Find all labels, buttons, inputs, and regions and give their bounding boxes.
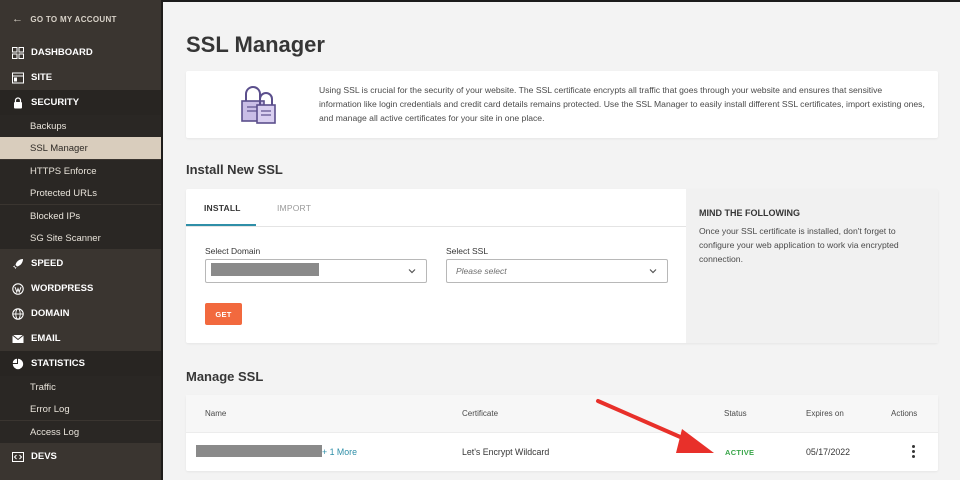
install-form: INSTALL IMPORT Select Domain Select SSL … xyxy=(186,189,686,343)
sidebar-subitem-sg-site-scanner[interactable]: SG Site Scanner xyxy=(0,227,163,249)
sidebar-item-wordpress[interactable]: WORDPRESS xyxy=(0,276,163,301)
table-header: Name Certificate Status Expires on Actio… xyxy=(186,395,938,433)
column-status: Status xyxy=(724,409,747,418)
tab-install[interactable]: INSTALL xyxy=(204,189,241,227)
column-name: Name xyxy=(205,409,227,418)
column-actions: Actions xyxy=(891,409,918,418)
sidebar-item-label: STATISTICS xyxy=(31,358,86,369)
sidebar-item-statistics[interactable]: STATISTICS xyxy=(0,351,163,376)
sidebar-subitem-protected-urls[interactable]: Protected URLs xyxy=(0,182,163,204)
tab-import[interactable]: IMPORT xyxy=(277,189,311,227)
back-arrow-icon: ← xyxy=(12,13,24,25)
sidebar-item-label: SECURITY xyxy=(31,97,80,108)
redacted-site-name xyxy=(196,445,322,457)
sidebar-item-dashboard[interactable]: DASHBOARD xyxy=(0,40,163,65)
site-icon xyxy=(12,72,24,84)
active-tab-indicator xyxy=(186,224,256,226)
more-domains-link[interactable]: + 1 More xyxy=(322,447,357,457)
sidebar-item-security[interactable]: SECURITY xyxy=(0,90,163,115)
envelope-icon xyxy=(12,333,24,345)
sidebar-subitem-ssl-manager[interactable]: SSL Manager xyxy=(0,137,163,159)
rocket-icon xyxy=(12,258,24,270)
chevron-down-icon xyxy=(408,269,416,274)
dashboard-icon xyxy=(12,46,24,59)
sidebar-item-label: EMAIL xyxy=(31,333,61,344)
status-badge: ACTIVE xyxy=(725,448,755,457)
sidebar-subitem-backups[interactable]: Backups xyxy=(0,115,163,137)
sidebar-border xyxy=(161,0,163,480)
wordpress-icon xyxy=(12,282,24,295)
padlocks-icon xyxy=(238,85,282,125)
intro-text: Using SSL is crucial for the security of… xyxy=(319,85,925,124)
select-ssl-dropdown[interactable]: Please select xyxy=(446,259,668,283)
code-icon xyxy=(12,451,24,463)
mind-text: Once your SSL certificate is installed, … xyxy=(699,226,899,264)
sidebar-item-label: SPEED xyxy=(31,258,64,269)
mind-the-following-panel: MIND THE FOLLOWING Once your SSL certifi… xyxy=(686,189,938,343)
column-certificate: Certificate xyxy=(462,409,499,418)
sidebar-subitem-access-log[interactable]: Access Log xyxy=(0,421,163,443)
sidebar: ← GO TO MY ACCOUNT DASHBOARD SITE SECURI… xyxy=(0,0,163,480)
sidebar-subitem-blocked-ips[interactable]: Blocked IPs xyxy=(0,205,163,227)
get-button[interactable]: GET xyxy=(205,303,242,325)
page-title: SSL Manager xyxy=(186,32,325,57)
sidebar-item-devs[interactable]: DEVS xyxy=(0,444,163,469)
kebab-menu-icon[interactable] xyxy=(909,445,917,459)
sidebar-item-label: DASHBOARD xyxy=(31,47,93,58)
install-card: INSTALL IMPORT Select Domain Select SSL … xyxy=(186,189,938,343)
select-domain-label: Select Domain xyxy=(205,246,261,256)
select-domain-dropdown[interactable] xyxy=(205,259,427,283)
sidebar-item-site[interactable]: SITE xyxy=(0,65,163,90)
lock-icon xyxy=(12,96,24,109)
column-expires: Expires on xyxy=(806,409,844,418)
pie-chart-icon xyxy=(12,358,24,370)
manage-ssl-table: Name Certificate Status Expires on Actio… xyxy=(186,395,938,471)
sidebar-item-label: SITE xyxy=(31,72,53,83)
sidebar-item-label: DOMAIN xyxy=(31,308,70,319)
sidebar-item-label: WORDPRESS xyxy=(31,283,94,294)
globe-icon xyxy=(12,307,24,320)
select-ssl-placeholder: Please select xyxy=(456,266,507,276)
select-ssl-label: Select SSL xyxy=(446,246,489,256)
sidebar-subitem-traffic[interactable]: Traffic xyxy=(0,376,163,398)
sidebar-item-label: DEVS xyxy=(31,451,57,462)
mind-title: MIND THE FOLLOWING xyxy=(699,208,800,218)
certificate-cell: Let's Encrypt Wildcard xyxy=(462,447,550,457)
sidebar-subitem-https-enforce[interactable]: HTTPS Enforce xyxy=(0,160,163,182)
chevron-down-icon xyxy=(649,269,657,274)
sidebar-item-speed[interactable]: SPEED xyxy=(0,251,163,276)
manage-section-title: Manage SSL xyxy=(186,369,264,384)
install-section-title: Install New SSL xyxy=(186,162,283,177)
intro-card: Using SSL is crucial for the security of… xyxy=(186,71,938,138)
redacted-domain xyxy=(211,263,319,276)
go-to-account-link[interactable]: ← GO TO MY ACCOUNT xyxy=(0,0,163,38)
sidebar-item-email[interactable]: EMAIL xyxy=(0,326,163,351)
expires-cell: 05/17/2022 xyxy=(806,447,851,457)
sidebar-subitem-error-log[interactable]: Error Log xyxy=(0,398,163,420)
back-link-label: GO TO MY ACCOUNT xyxy=(30,14,117,24)
annotation-arrow-icon xyxy=(596,399,714,453)
install-tabs: INSTALL IMPORT xyxy=(186,189,686,227)
sidebar-item-domain[interactable]: DOMAIN xyxy=(0,301,163,326)
